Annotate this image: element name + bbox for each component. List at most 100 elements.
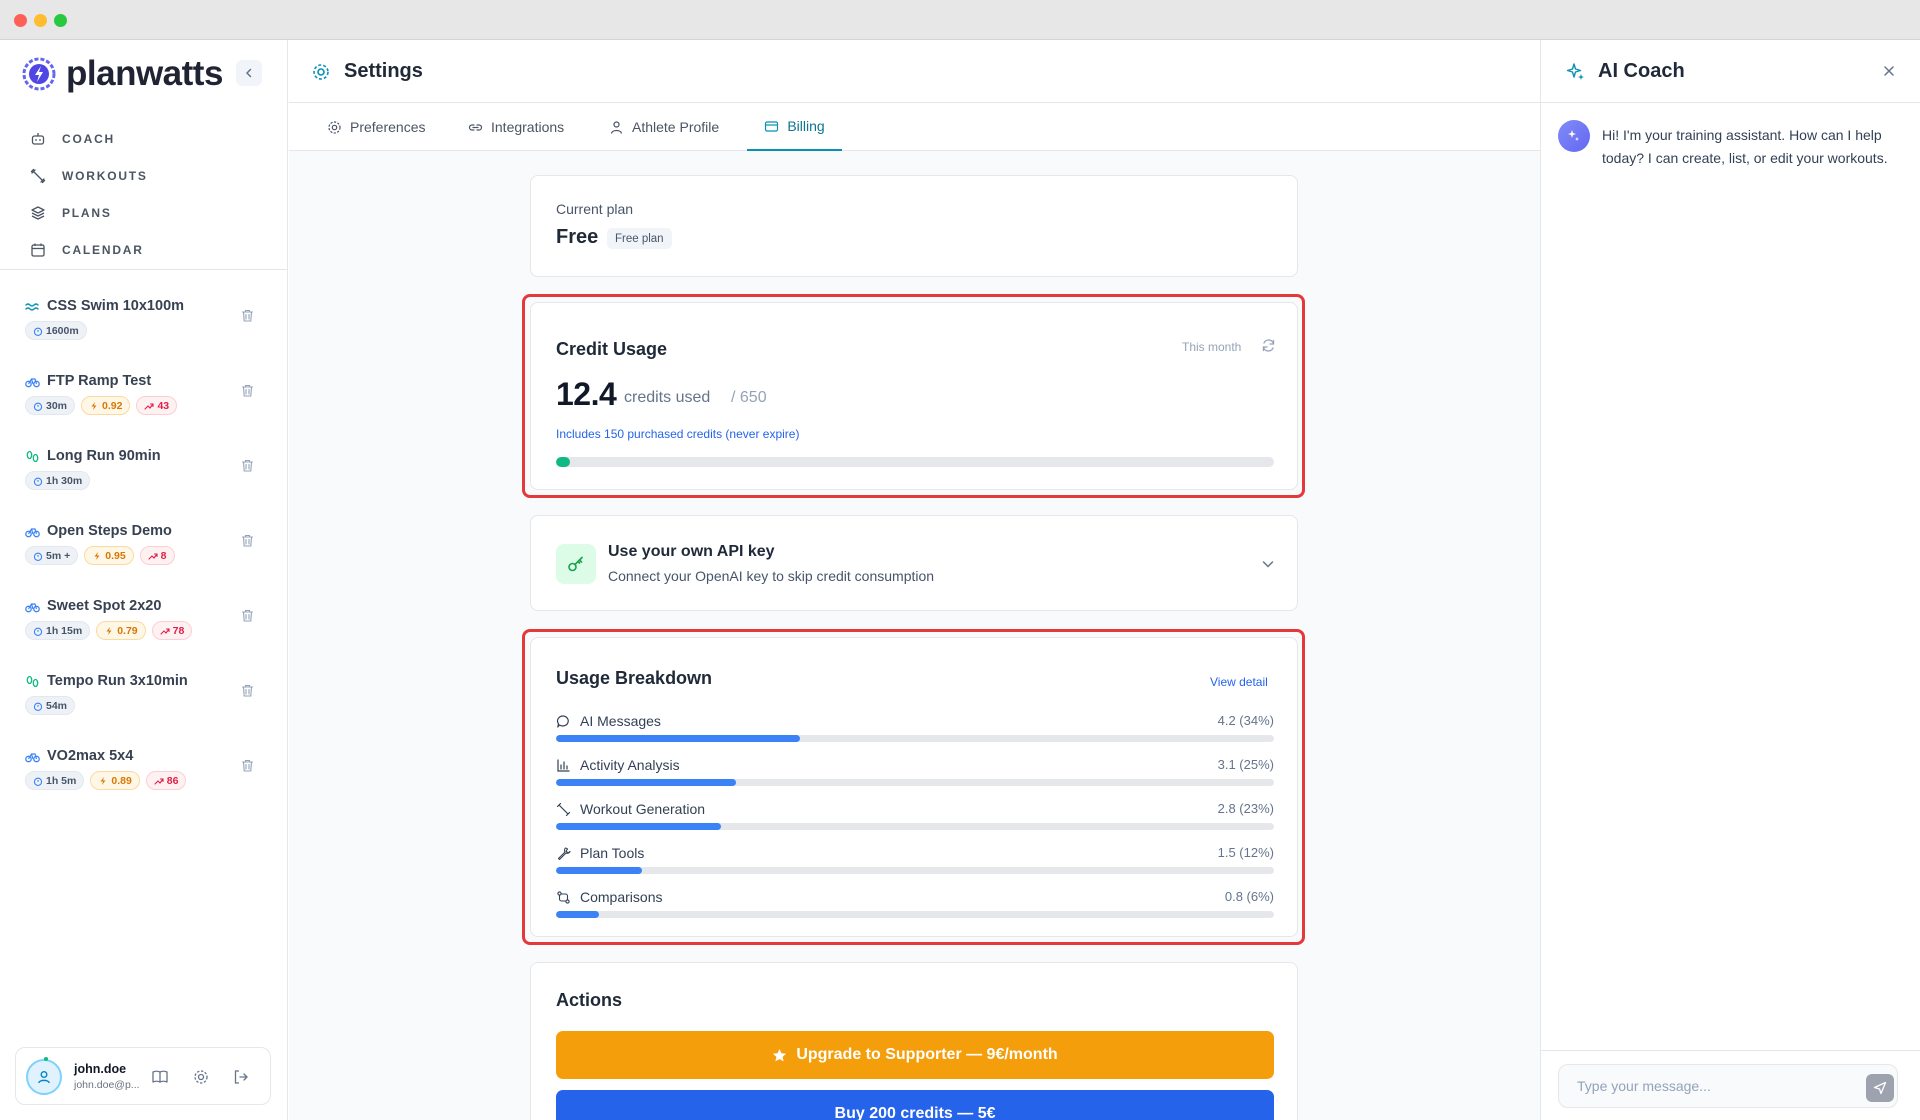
usage-category-label: AI Messages	[580, 713, 661, 729]
workout-item[interactable]: Long Run 90min 1h 30m	[0, 446, 288, 521]
chevron-left-icon	[245, 68, 252, 78]
workout-item[interactable]: Tempo Run 3x10min 54m	[0, 671, 288, 746]
swim-icon	[25, 302, 39, 311]
workout-name: Tempo Run 3x10min	[47, 673, 188, 689]
nav-item-calendar[interactable]: CALENDAR	[30, 231, 148, 268]
sidebar-divider	[0, 269, 288, 270]
timer-icon	[33, 777, 43, 786]
page-header: Settings	[289, 40, 1540, 103]
key-icon	[568, 556, 583, 572]
usage-breakdown-row: AI Messages 4.2 (34%)	[556, 712, 1274, 746]
intensity-value: 0.95	[105, 549, 126, 562]
key-icon-wrapper	[556, 544, 596, 584]
duration-badge: 1h 5m	[25, 771, 85, 790]
api-key-card[interactable]: Use your own API key Connect your OpenAI…	[530, 515, 1298, 611]
tab-billing[interactable]: Billing	[747, 103, 842, 151]
avatar[interactable]	[26, 1057, 62, 1095]
usage-category: Comparisons	[556, 888, 662, 906]
usage-category-bar-fill	[556, 779, 736, 786]
dumbbell-icon	[556, 802, 571, 816]
tab-label: Athlete Profile	[632, 119, 720, 135]
collapse-sidebar-button[interactable]	[236, 60, 262, 86]
timer-icon	[33, 552, 43, 561]
tss-value: 86	[166, 774, 179, 787]
credit-usage-progress-fill	[556, 457, 570, 467]
usage-period: This month	[1182, 340, 1242, 354]
nav-item-coach[interactable]: COACH	[30, 120, 148, 157]
usage-category-value: 3.1 (25%)	[1217, 757, 1274, 772]
sparkles-icon	[1568, 130, 1579, 141]
bike-icon	[25, 377, 40, 387]
tss-badge: 8	[139, 546, 175, 565]
buy-credits-button[interactable]: Buy 200 credits — 5€	[556, 1090, 1274, 1120]
window-minimize-button[interactable]	[34, 14, 47, 27]
trash-icon[interactable]	[240, 458, 255, 473]
tab-integrations[interactable]: Integrations	[468, 103, 564, 151]
workout-item[interactable]: Open Steps Demo 5m + 0.95 8	[0, 521, 288, 596]
usage-category-label: Activity Analysis	[580, 757, 680, 773]
user-name: john.doe	[74, 1062, 127, 1076]
current-plan-name: Free	[556, 226, 599, 248]
chevron-down-icon[interactable]	[1260, 556, 1276, 572]
duration-badge: 30m	[25, 396, 76, 415]
user-card[interactable]: john.doe john.doe@p...	[15, 1047, 271, 1105]
trash-icon[interactable]	[240, 308, 255, 323]
tab-preferences[interactable]: Preferences	[327, 103, 425, 151]
chat-message-input[interactable]	[1558, 1064, 1898, 1108]
tss-value: 43	[157, 399, 170, 412]
refresh-icon[interactable]	[1261, 338, 1276, 353]
upgrade-supporter-button[interactable]: Upgrade to Supporter — 9€/month	[556, 1031, 1274, 1079]
page-title: Settings	[344, 60, 423, 82]
duration-value: 1600m	[46, 324, 79, 337]
trash-icon[interactable]	[240, 608, 255, 623]
workout-item[interactable]: FTP Ramp Test 30m 0.92 43	[0, 371, 288, 446]
bolt-icon	[106, 626, 112, 635]
message-icon	[556, 714, 569, 728]
window-close-button[interactable]	[14, 14, 27, 27]
gear-icon[interactable]	[192, 1068, 210, 1086]
duration-value: 30m	[46, 399, 68, 412]
credits-used-label: credits used	[624, 389, 711, 406]
compare-icon	[557, 890, 570, 904]
usage-category: Workout Generation	[556, 800, 705, 818]
trash-icon[interactable]	[240, 533, 255, 548]
user-email: john.doe@p...	[74, 1079, 140, 1091]
duration-badge: 1h 15m	[25, 621, 91, 640]
trash-icon[interactable]	[240, 758, 255, 773]
usage-category-bar-fill	[556, 911, 600, 918]
workout-item[interactable]: Sweet Spot 2x20 1h 15m 0.79 78	[0, 596, 288, 671]
trash-icon[interactable]	[240, 683, 255, 698]
workout-badges: 1h 30m	[25, 471, 288, 490]
nav-label: COACH	[62, 131, 115, 146]
window-maximize-button[interactable]	[54, 14, 67, 27]
credit-card-icon	[765, 120, 779, 132]
usage-category-label: Workout Generation	[580, 801, 706, 817]
tab-label: Preferences	[350, 119, 426, 135]
workout-item[interactable]: VO2max 5x4 1h 5m 0.89 86	[0, 746, 288, 821]
user-icon	[610, 120, 623, 134]
tss-badge: 86	[145, 771, 187, 790]
book-icon[interactable]	[151, 1068, 169, 1086]
run-icon	[26, 675, 39, 687]
nav-item-plans[interactable]: PLANS	[30, 194, 148, 231]
intensity-value: 0.92	[102, 399, 123, 412]
brand[interactable]: planwatts	[22, 52, 223, 96]
window-titlebar	[0, 0, 1920, 40]
logout-icon[interactable]	[232, 1068, 250, 1086]
intensity-value: 0.79	[117, 624, 138, 637]
workout-item[interactable]: CSS Swim 10x100m 1600m	[0, 296, 288, 371]
trash-icon[interactable]	[240, 383, 255, 398]
close-icon[interactable]	[1882, 64, 1896, 78]
star-icon	[773, 1048, 787, 1061]
view-detail-link[interactable]: View detail	[1210, 675, 1268, 689]
send-icon	[1873, 1081, 1887, 1095]
nav-item-workouts[interactable]: WORKOUTS	[30, 157, 148, 194]
credits-used-value: 12.4	[556, 376, 617, 412]
bar-chart-icon	[557, 758, 570, 772]
usage-category: Plan Tools	[556, 844, 644, 862]
send-button[interactable]	[1866, 1074, 1894, 1102]
usage-category-bar	[556, 735, 1274, 742]
usage-category-value: 4.2 (34%)	[1217, 713, 1274, 728]
tab-athlete-profile[interactable]: Athlete Profile	[609, 103, 719, 151]
tab-label: Integrations	[491, 119, 565, 135]
